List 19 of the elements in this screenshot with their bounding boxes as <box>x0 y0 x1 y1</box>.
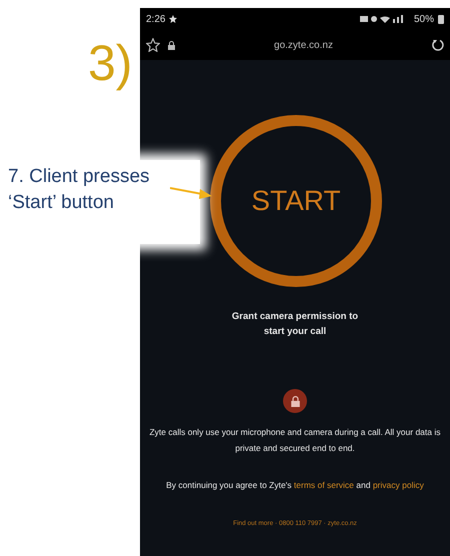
terms-link[interactable]: terms of service <box>294 480 354 490</box>
privacy-link[interactable]: privacy policy <box>372 480 424 490</box>
lock-button[interactable] <box>283 389 307 414</box>
battery-percent: 50% <box>414 12 434 26</box>
battery-icon <box>438 14 444 24</box>
clock-time: 2:26 <box>146 12 166 26</box>
url-text[interactable]: go.zyte.co.nz <box>274 40 333 50</box>
pointer-arrow <box>170 186 212 200</box>
privacy-text: Zyte calls only use your microphone and camera during a call. All your data is private and secured end to end. <box>148 426 442 455</box>
step-label: 3) <box>88 38 132 88</box>
permission-text: Grant camera permission to start your call <box>230 310 360 340</box>
star-icon <box>169 15 178 23</box>
reload-icon[interactable] <box>432 39 444 51</box>
lock-icon <box>168 40 175 50</box>
annotation-text: 7. Client presses ‘Start’ button <box>0 160 200 244</box>
lock-icon <box>290 396 300 407</box>
start-button[interactable]: START <box>210 115 382 287</box>
consent-text: By continuing you agree to Zyte's terms of service and privacy policy <box>165 478 425 492</box>
bookmark-star-icon[interactable] <box>146 38 160 52</box>
